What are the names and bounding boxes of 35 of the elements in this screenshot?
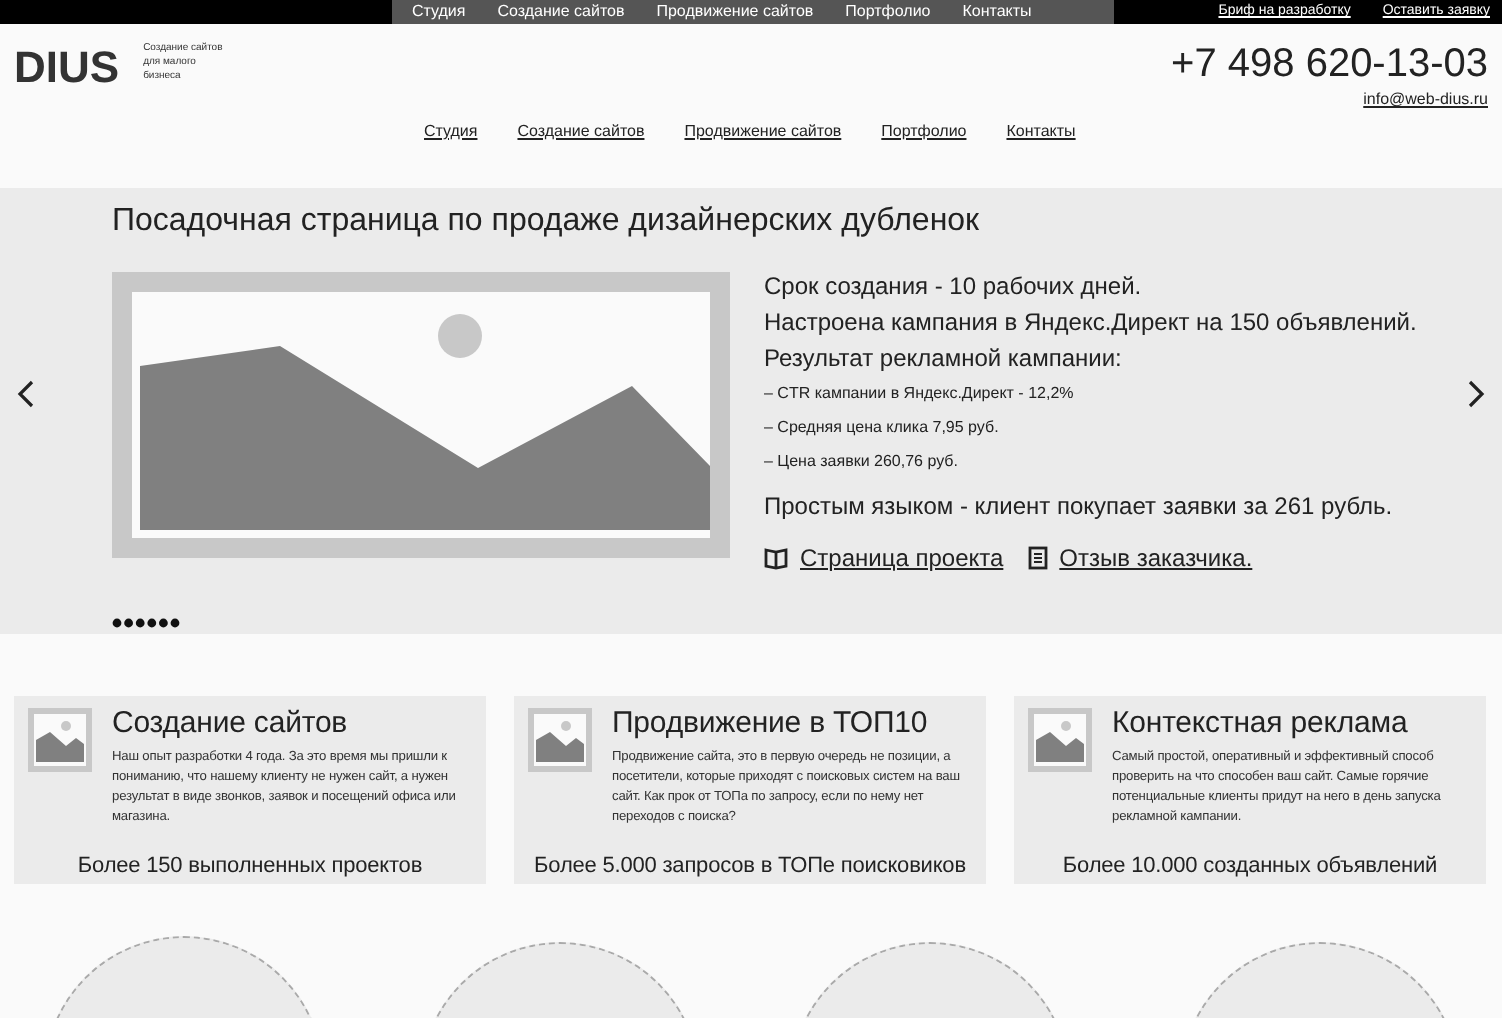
card-title: Контекстная реклама	[1112, 706, 1410, 742]
slide-text: – CTR кампании в Яндекс.Директ - 12,2%	[764, 382, 1076, 406]
top-nav-link[interactable]: Продвижение сайтов	[644, 0, 826, 24]
email-link[interactable]: info@web-dius.ru	[1363, 88, 1488, 112]
slide-text: Простым языком - клиент покупает заявки за 261 рубль.	[764, 490, 1395, 524]
main-nav-link[interactable]: Портфолио	[869, 120, 979, 144]
slide-text: Настроена кампания в Яндекс.Директ на 150 объявлений.	[764, 306, 1417, 340]
main-nav-link[interactable]: Создание сайтов	[505, 120, 657, 144]
card-footer: Более 150 выполненных проектов	[28, 852, 472, 880]
logo[interactable]: DIUS	[14, 44, 120, 92]
slide-link[interactable]: Отзыв заказчика.	[1059, 540, 1253, 576]
top-nav-link[interactable]: Создание сайтов	[485, 0, 637, 24]
slide-title: Посадочная страница по продаже дизайнерских дубленок	[112, 202, 982, 242]
book-icon	[764, 546, 788, 570]
main-nav-link[interactable]: Контакты	[994, 120, 1088, 144]
image-placeholder-icon	[528, 708, 592, 772]
card-footer: Более 5.000 запросов в ТОПе поисковиков	[528, 852, 972, 880]
main-nav-link[interactable]: Продвижение сайтов	[672, 120, 854, 144]
slide-text: Результат рекламной кампании:	[764, 342, 1124, 376]
slide-text: – Цена заявки 260,76 руб.	[764, 450, 960, 474]
slide-link[interactable]: Страница проекта	[800, 540, 1004, 576]
image-placeholder-icon	[1028, 708, 1092, 772]
slide-text: Срок создания - 10 рабочих дней.	[764, 270, 1144, 304]
card-title: Создание сайтов	[112, 706, 350, 742]
pagination-dots[interactable]	[112, 618, 180, 628]
card-footer: Более 10.000 созданных объявлений	[1028, 852, 1472, 880]
main-nav-link[interactable]: Студия	[412, 120, 490, 144]
top-nav-link[interactable]: Студия	[400, 0, 478, 24]
image-placeholder-icon	[28, 708, 92, 772]
top-nav-link[interactable]: Портфолио	[833, 0, 943, 24]
slide-text: – Средняя цена клика 7,95 руб.	[764, 416, 1001, 440]
document-icon	[1027, 546, 1048, 570]
top-nav-link[interactable]: Контакты	[950, 0, 1044, 24]
phone-number: +7 498 620-13-03	[1171, 40, 1488, 88]
card-title: Продвижение в ТОП10	[612, 706, 930, 742]
